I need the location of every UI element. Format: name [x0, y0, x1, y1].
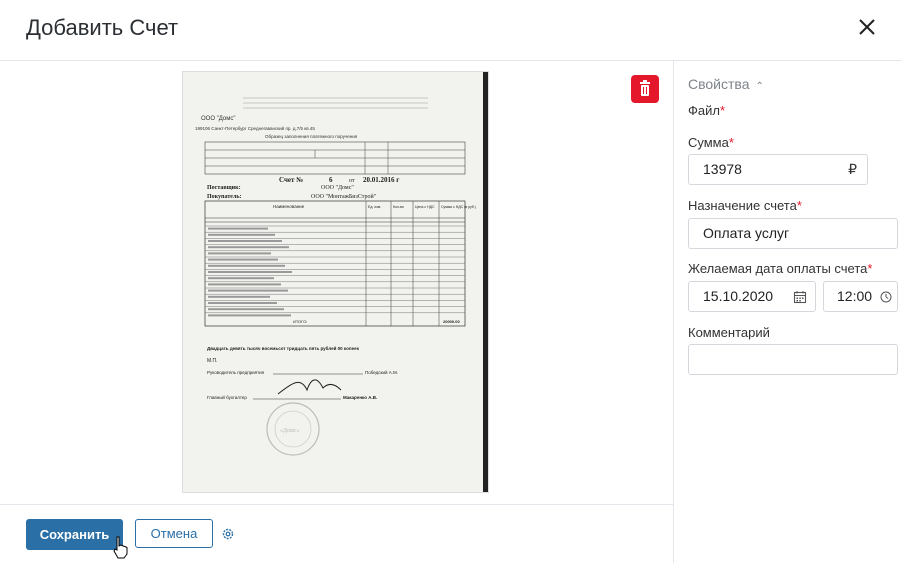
invoice-row-text: [208, 283, 281, 286]
dialog-footer: Сохранить Отмена: [0, 504, 674, 563]
invoice-row-text: [208, 289, 288, 292]
dialog-title: Добавить Счет: [26, 15, 179, 40]
accountant-name: Макаренко А.В.: [343, 395, 377, 400]
svg-text:Счет №: Счет №: [279, 176, 303, 184]
invoice-total-label: ИТОГО:: [293, 319, 307, 324]
invoice-row-text: [208, 277, 274, 280]
buyer-label: Покупатель:: [207, 194, 242, 200]
due-time-field[interactable]: 12:00: [823, 281, 898, 312]
buyer-value: ООО "МонтажБизСтрой": [311, 193, 377, 200]
purpose-value: Оплата услуг: [703, 225, 790, 241]
invoice-row-text: [208, 258, 278, 261]
column-unit: Ед. изм.: [368, 205, 381, 209]
column-name: Наименование: [273, 204, 305, 209]
invoice-scan: ООО "Домс" 199106 Санкт-Петербург Средне…: [183, 72, 488, 492]
invoice-row-text: [208, 246, 289, 249]
invoice-image: ООО "Домс" 199106 Санкт-Петербург Средне…: [183, 72, 488, 492]
director-label: Руководитель предприятия: [207, 370, 265, 375]
invoice-row-text: [208, 271, 292, 273]
supplier-label: Поставщик:: [207, 185, 241, 191]
invoice-row-text: [208, 264, 285, 267]
amount-value: 13978: [703, 161, 742, 177]
document-preview-panel: ООО "Домс" 199106 Санкт-Петербург Средне…: [0, 61, 674, 504]
invoice-mp: М.П.: [207, 358, 218, 364]
accountant-label: Главный бухгалтер: [207, 394, 247, 400]
comment-field[interactable]: [688, 344, 898, 375]
hand-cursor-icon: [113, 536, 128, 559]
due-date-field[interactable]: 15.10.2020: [688, 281, 816, 312]
due-time-value: 12:00: [837, 288, 873, 304]
invoice-row-text: [208, 240, 282, 242]
amount-field[interactable]: 13978 ₽: [688, 154, 868, 185]
properties-section-toggle[interactable]: Свойства ⌃: [688, 76, 764, 92]
invoice-row-text: [208, 252, 271, 255]
due-date-value: 15.10.2020: [703, 288, 774, 304]
invoice-date-label: от: [349, 178, 355, 184]
invoice-number-label: №: [295, 176, 303, 184]
invoice-row-text: [208, 295, 270, 298]
properties-panel: Свойства ⌃ Файл* Сумма* 13978 ₽ Назначение…: [674, 61, 902, 562]
due-date-label: Желаемая дата оплаты счета*: [688, 261, 873, 276]
invoice-row-text: [208, 308, 284, 311]
invoice-row-text: [208, 233, 275, 236]
invoice-seller: ООО "Домс": [201, 116, 236, 122]
save-button[interactable]: Сохранить: [26, 519, 123, 550]
invoice-number: 6: [329, 176, 333, 184]
calendar-icon[interactable]: [793, 290, 807, 304]
director-name: Победский А.М.: [365, 369, 398, 375]
invoice-sample: Образец заполнения платежного поручения: [265, 134, 358, 139]
invoice-row-text: [208, 227, 268, 230]
column-qty: Кол-во: [393, 205, 404, 209]
chevron-up-icon: ⌃: [755, 81, 764, 92]
file-label: Файл*: [688, 103, 726, 118]
invoice-in-words: Двадцать девять тысяч восемьсот тридцать…: [207, 345, 360, 351]
gear-icon[interactable]: [221, 527, 235, 541]
amount-label: Сумма*: [688, 135, 734, 150]
supplier-value: ООО "Домс": [321, 185, 354, 191]
stamp-text: «Домс»: [280, 428, 299, 434]
purpose-label: Назначение счета*: [688, 198, 802, 213]
purpose-field[interactable]: Оплата услуг: [688, 218, 898, 249]
comment-label: Комментарий: [688, 325, 770, 340]
cancel-button[interactable]: Отмена: [135, 519, 213, 548]
invoice-total-value: 20000.00: [443, 319, 460, 324]
invoice-date: 20.01.2016 г: [363, 176, 399, 184]
delete-file-button[interactable]: [631, 75, 659, 103]
invoice-address: 199106 Санкт-Петербург Среднегаванский п…: [195, 125, 315, 131]
dialog-header: Добавить Счет: [0, 0, 902, 61]
invoice-heading: Счет: [279, 176, 295, 184]
invoice-row-text: [208, 314, 291, 317]
clock-icon[interactable]: [880, 291, 892, 303]
column-sum: Сумма с НДС (в руб.): [441, 205, 476, 209]
trash-icon: [640, 80, 650, 96]
currency-symbol: ₽: [848, 161, 857, 177]
invoice-row-text: [208, 302, 277, 304]
close-icon[interactable]: [858, 18, 876, 36]
column-price: Цена с НДС: [415, 205, 435, 209]
properties-title: Свойства: [688, 76, 750, 92]
